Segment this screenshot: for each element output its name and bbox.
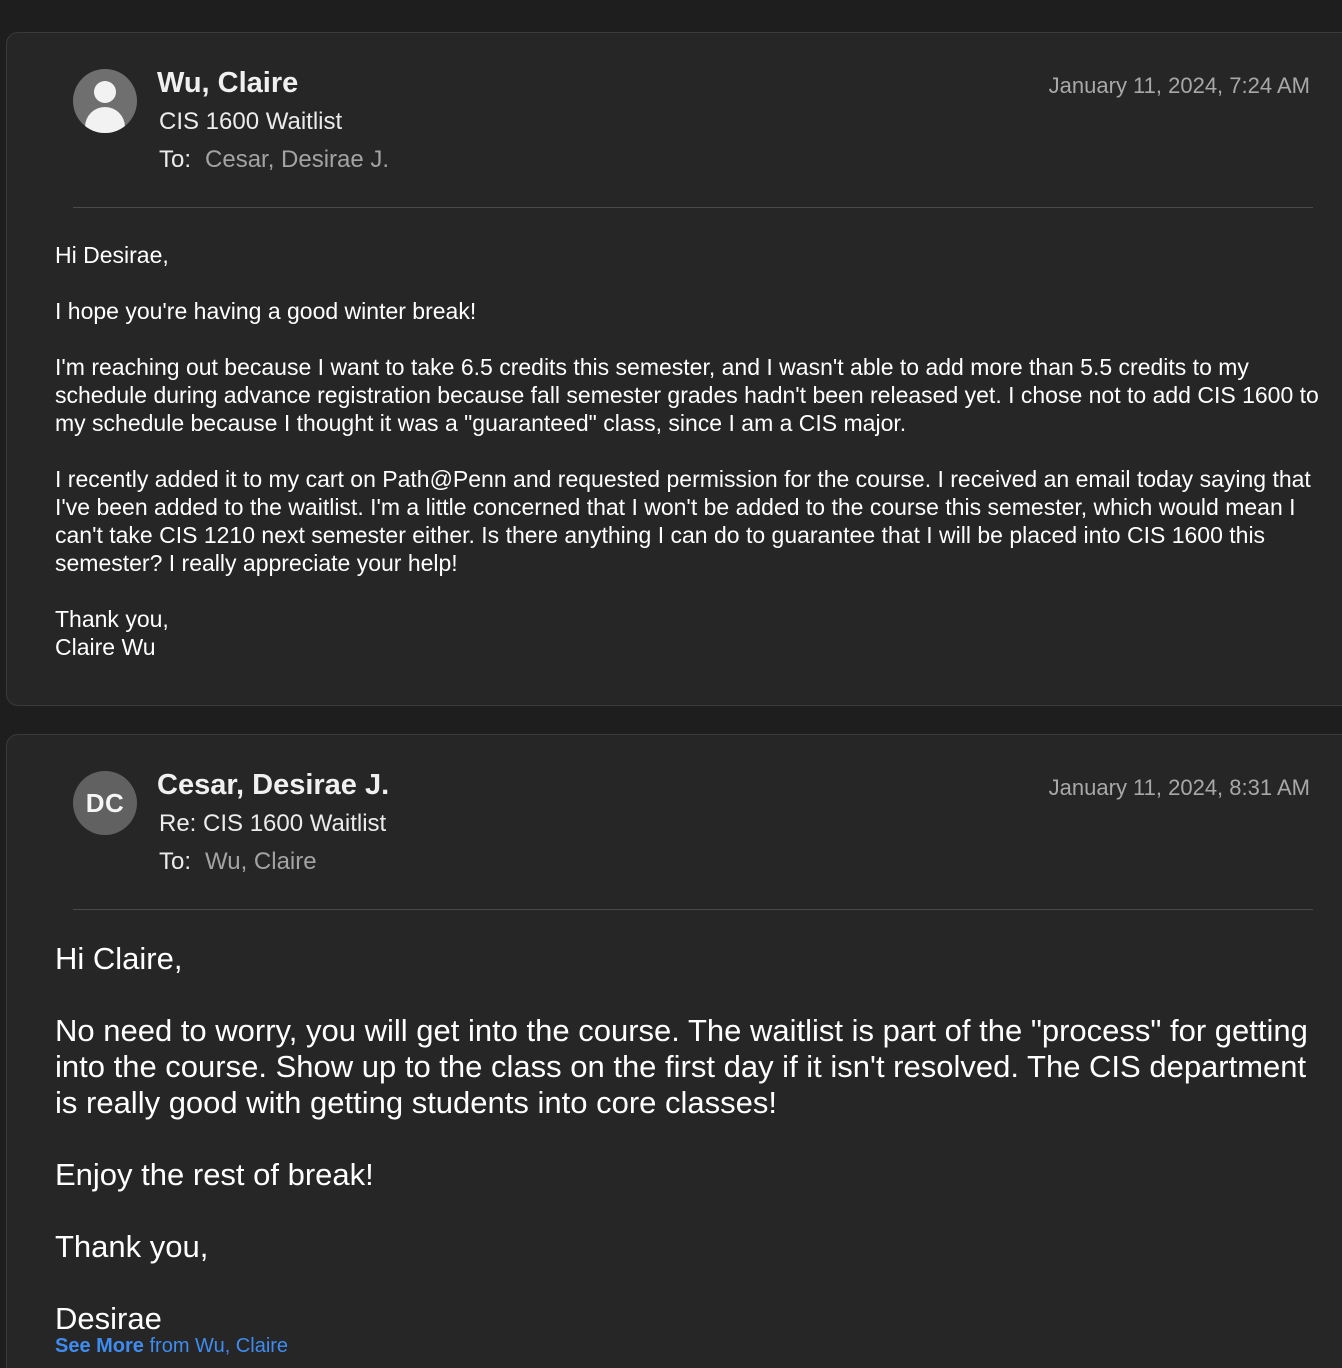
body-greeting: Hi Claire, [55, 941, 183, 976]
email-thread: Wu, Claire CIS 1600 Waitlist To: Cesar, D… [0, 0, 1342, 1368]
person-silhouette-icon [94, 81, 116, 103]
body-paragraph: Enjoy the rest of break! [55, 1157, 374, 1192]
body-greeting: Hi Desirae, [55, 242, 169, 268]
body-signature: Desirae [55, 1301, 162, 1336]
avatar [73, 69, 137, 133]
header-divider [73, 909, 1313, 910]
recipient-name[interactable]: Cesar, Desirae J. [205, 146, 389, 173]
recipient-name[interactable]: Wu, Claire [205, 848, 317, 875]
sender-name[interactable]: Cesar, Desirae J. [157, 769, 389, 802]
see-more-from[interactable]: from Wu, Claire [150, 1335, 289, 1357]
body-paragraph: I recently added it to my cart on Path@P… [55, 466, 1311, 576]
email-date: January 11, 2024, 8:31 AM [1048, 775, 1310, 800]
body-closing: Thank you, [55, 1229, 209, 1264]
sender-name[interactable]: Wu, Claire [157, 67, 298, 100]
see-more-link[interactable]: See More from Wu, Claire [55, 1335, 288, 1358]
person-silhouette-icon-body [85, 107, 125, 133]
recipient-line: To: Wu, Claire [159, 848, 317, 876]
email-message[interactable]: DC Cesar, Desirae J. Re: CIS 1600 Waitli… [6, 734, 1342, 1368]
email-subject: CIS 1600 Waitlist [159, 108, 343, 135]
email-body: Hi Claire, No need to worry, you will ge… [55, 941, 1325, 1368]
body-paragraph: No need to worry, you will get into the … [55, 1013, 1308, 1120]
email-body: Hi Desirae, I hope you're having a good … [55, 241, 1325, 661]
body-closing: Thank you, [55, 606, 169, 632]
email-subject: Re: CIS 1600 Waitlist [159, 810, 387, 837]
avatar: DC [73, 771, 137, 835]
body-paragraph: I'm reaching out because I want to take … [55, 354, 1319, 436]
body-paragraph: I hope you're having a good winter break… [55, 298, 477, 324]
email-message[interactable]: Wu, Claire CIS 1600 Waitlist To: Cesar, D… [6, 32, 1342, 706]
see-more-label[interactable]: See More [55, 1335, 144, 1357]
body-signature: Claire Wu [55, 634, 156, 660]
email-date: January 11, 2024, 7:24 AM [1048, 73, 1310, 98]
to-label: To: [159, 848, 192, 875]
header-divider [73, 207, 1313, 208]
to-label: To: [159, 146, 192, 173]
recipient-line: To: Cesar, Desirae J. [159, 146, 389, 174]
